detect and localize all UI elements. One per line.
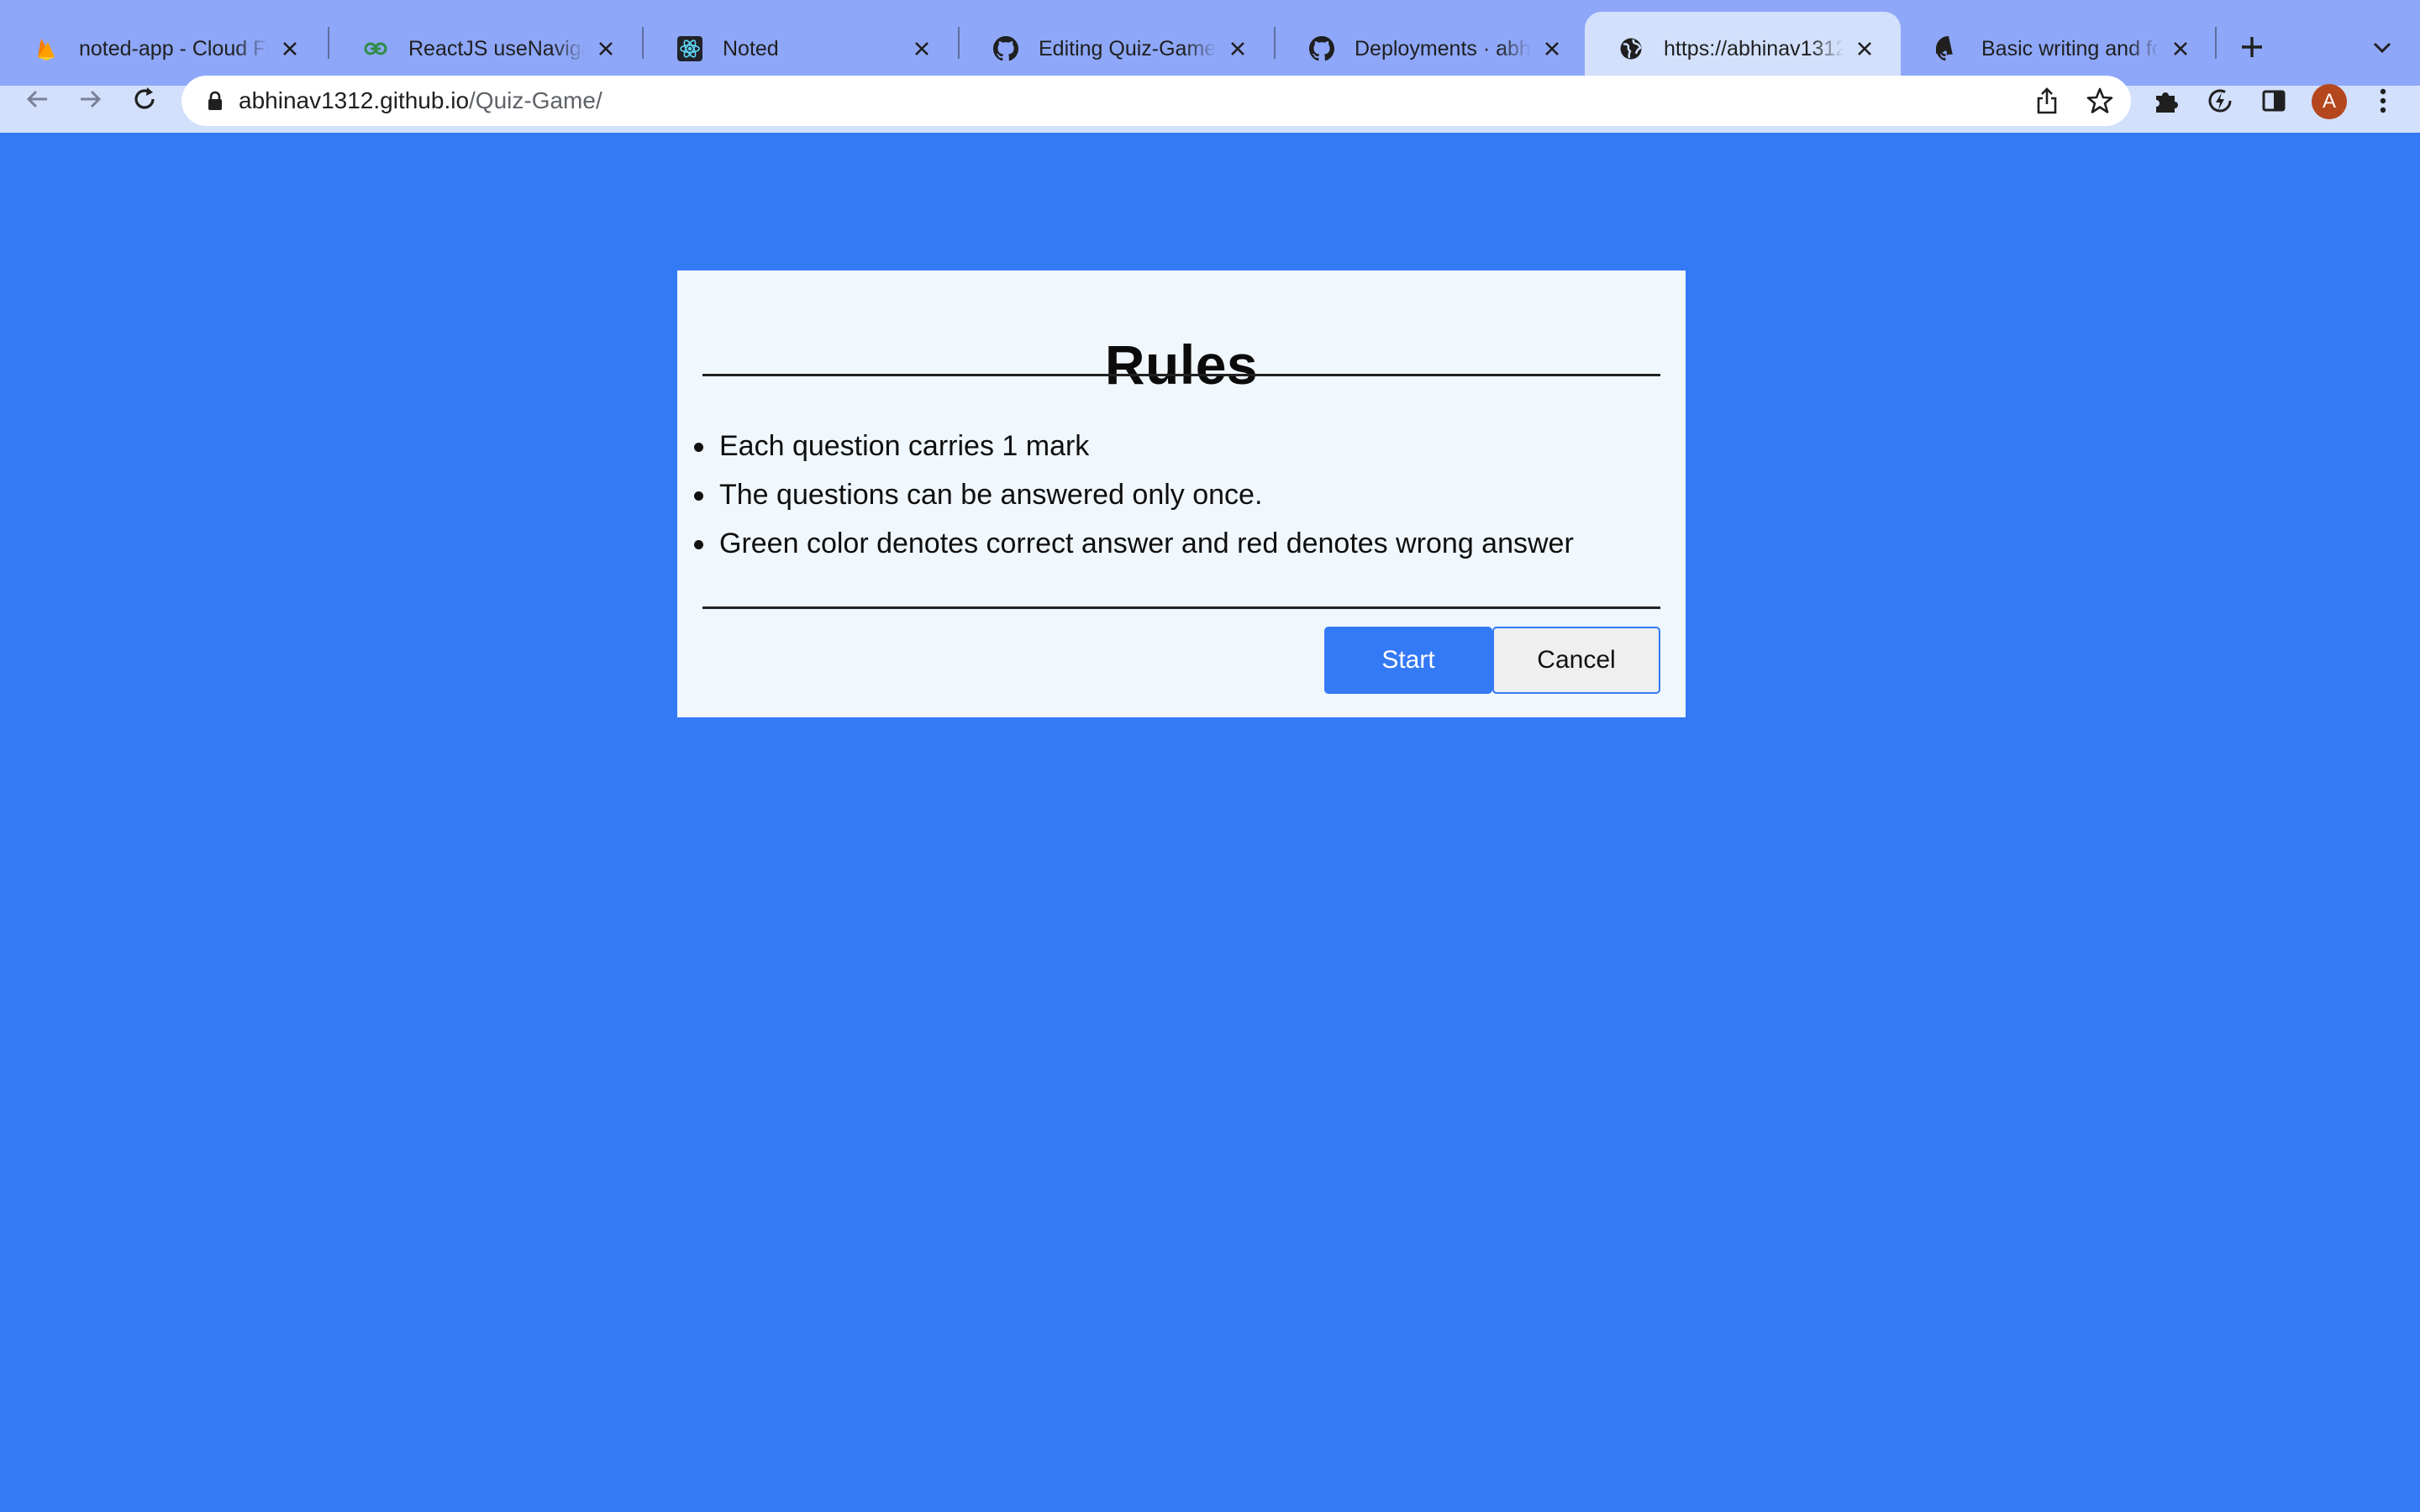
url-path: /Quiz-Game/ (469, 87, 602, 113)
arrow-left-icon (26, 90, 47, 108)
performance-button[interactable] (2198, 79, 2242, 123)
rules-list: Each question carries 1 mark The questio… (677, 422, 1574, 568)
tab-title: https://abhinav1312.gi (1664, 36, 1844, 60)
divider (702, 374, 1660, 376)
react-icon (677, 36, 702, 61)
address-bar[interactable]: abhinav1312.github.io/Quiz-Game/ (182, 76, 2131, 126)
url-text[interactable]: abhinav1312.github.io/Quiz-Game/ (239, 76, 602, 126)
puzzle-icon (2156, 92, 2178, 113)
close-icon[interactable] (2166, 34, 2195, 63)
rule-item: The questions can be answered only once. (694, 470, 1574, 519)
profile-avatar[interactable]: A (2312, 84, 2347, 119)
cancel-button[interactable]: Cancel (1492, 627, 1660, 694)
geeksforgeeks-icon (363, 36, 388, 61)
reload-icon (134, 87, 155, 109)
reload-button[interactable] (123, 77, 166, 121)
close-icon[interactable] (1850, 34, 1879, 63)
tab-title: Basic writing and form (1981, 36, 2160, 60)
rules-modal: Rules Each question carries 1 mark The q… (677, 270, 1686, 717)
tab-react-usenavigate[interactable]: ReactJS useNavigate() (329, 12, 642, 86)
start-button[interactable]: Start (1324, 627, 1492, 694)
rule-item: Green color denotes correct answer and r… (694, 519, 1574, 568)
tab-title: Noted (723, 36, 779, 60)
rule-item: Each question carries 1 mark (694, 422, 1574, 470)
tab-quiz-game-active[interactable]: https://abhinav1312.gi (1585, 12, 1901, 86)
tab-basic-writing[interactable]: Basic writing and form (1902, 12, 2217, 86)
new-tab-button[interactable] (2228, 24, 2275, 71)
close-icon[interactable] (908, 34, 936, 63)
forward-button[interactable] (69, 77, 113, 121)
tab-noted[interactable]: Noted (644, 12, 958, 86)
tab-title: Editing Quiz-Game/RE (1039, 36, 1217, 60)
side-panel-button[interactable] (2252, 79, 2296, 123)
close-icon[interactable] (592, 34, 620, 63)
back-button[interactable] (15, 77, 59, 121)
chevron-down-icon (2373, 42, 2391, 54)
share-icon[interactable] (2030, 84, 2064, 118)
lightning-circle-icon (2208, 89, 2232, 113)
star-icon[interactable] (2083, 84, 2117, 118)
globe-icon (1618, 36, 1644, 61)
browser-menu-button[interactable] (2361, 79, 2405, 123)
close-icon[interactable] (276, 34, 304, 63)
tab-title: Deployments · abhina (1355, 36, 1531, 60)
url-host: abhinav1312.github.io (239, 87, 470, 113)
tab-strip: noted-app - Cloud Fir ReactJS useNavigat… (0, 0, 2420, 86)
tab-separator (2215, 27, 2217, 59)
tab-editing-quiz-game[interactable]: Editing Quiz-Game/RE (960, 12, 1274, 86)
plus-icon (2242, 37, 2262, 57)
lock-icon[interactable] (203, 89, 227, 113)
divider (702, 606, 1660, 609)
tab-deployments[interactable]: Deployments · abhina (1276, 12, 1588, 86)
side-panel-icon (2262, 90, 2286, 112)
extensions-button[interactable] (2144, 79, 2188, 123)
arrow-right-icon (81, 90, 102, 108)
more-vertical-icon (2380, 88, 2386, 113)
github-icon (1309, 36, 1334, 61)
tab-title: noted-app - Cloud Fir (79, 36, 269, 60)
close-icon[interactable] (1223, 34, 1252, 63)
modal-title: Rules (1104, 333, 1259, 396)
tab-search-button[interactable] (2361, 27, 2403, 69)
close-icon[interactable] (1538, 34, 1566, 63)
github-icon (1936, 36, 1961, 61)
tab-title: ReactJS useNavigate() (408, 36, 585, 60)
firebase-icon (34, 36, 59, 61)
github-icon (993, 36, 1018, 61)
tab-noted-app[interactable]: noted-app - Cloud Fir (0, 12, 326, 86)
